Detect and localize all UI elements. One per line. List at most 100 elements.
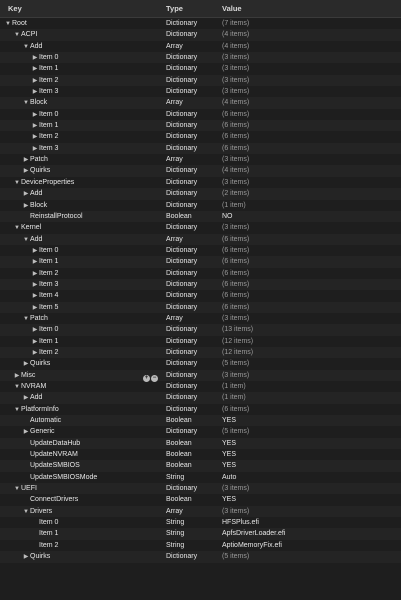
row-value[interactable]: (3 items) bbox=[222, 370, 249, 381]
row-value[interactable]: (3 items) bbox=[222, 63, 249, 74]
row-type[interactable]: Dictionary bbox=[166, 358, 197, 369]
row-value[interactable]: (6 items) bbox=[222, 234, 249, 245]
row-type[interactable]: String bbox=[166, 528, 184, 539]
row-value[interactable]: AptioMemoryFix.efi bbox=[222, 540, 282, 551]
row-value[interactable]: (1 item) bbox=[222, 392, 246, 403]
outline-row[interactable]: ▶ Item 3 Dictionary (6 items) bbox=[0, 142, 401, 155]
row-type[interactable]: Dictionary bbox=[166, 75, 197, 86]
key-column-header[interactable]: Key bbox=[8, 4, 22, 13]
row-type[interactable]: Array bbox=[166, 41, 183, 52]
row-type[interactable]: Dictionary bbox=[166, 256, 197, 267]
row-value[interactable]: (6 items) bbox=[222, 279, 249, 290]
row-type[interactable]: Dictionary bbox=[166, 404, 197, 415]
row-type[interactable]: Dictionary bbox=[166, 177, 197, 188]
outline-row[interactable]: ▶ Item 0 Dictionary (3 items) bbox=[0, 52, 401, 64]
outline-row[interactable]: ▶ Item 2 Dictionary (6 items) bbox=[0, 268, 401, 279]
row-type[interactable]: Dictionary bbox=[166, 370, 197, 381]
outline-row[interactable]: ▶ Item 1 Dictionary (6 items) bbox=[0, 256, 401, 268]
row-type[interactable]: String bbox=[166, 540, 184, 551]
outline-row[interactable]: ▶ Item 0 Dictionary (13 items) bbox=[0, 324, 401, 336]
row-type[interactable]: Dictionary bbox=[166, 426, 197, 437]
row-value[interactable]: (4 items) bbox=[222, 29, 249, 40]
row-type[interactable]: Dictionary bbox=[166, 131, 197, 142]
row-value[interactable]: (6 items) bbox=[222, 268, 249, 279]
outline-row[interactable]: ▼NVRAM Dictionary (1 item) bbox=[0, 381, 401, 392]
outline-row[interactable]: ▼Drivers Array (3 items) bbox=[0, 505, 401, 518]
outline-row[interactable]: ▶ Patch Array (3 items) bbox=[0, 154, 401, 165]
outline-row[interactable]: ▶ Item 0 Dictionary (6 items) bbox=[0, 109, 401, 120]
outline-row[interactable]: Item 1 String ApfsDriverLoader.efi bbox=[0, 528, 401, 540]
row-type[interactable]: Dictionary bbox=[166, 392, 197, 403]
outline-row[interactable]: ▼Root Dictionary (7 items) bbox=[0, 18, 401, 29]
row-type[interactable]: Dictionary bbox=[166, 120, 197, 131]
outline-row[interactable]: ▶ Item 2 Dictionary (12 items) bbox=[0, 346, 401, 359]
outline-row[interactable]: ▶ Quirks Dictionary (5 items) bbox=[0, 551, 401, 563]
row-type[interactable]: Dictionary bbox=[166, 188, 197, 199]
row-value[interactable]: (3 items) bbox=[222, 52, 249, 63]
disclosure-closed-icon[interactable]: ▶ bbox=[22, 552, 30, 563]
outline-row[interactable]: UpdateDataHub Boolean YES bbox=[0, 437, 401, 450]
outline-row[interactable]: ▶ Quirks Dictionary (5 items) bbox=[0, 358, 401, 369]
row-type[interactable]: Dictionary bbox=[166, 279, 197, 290]
row-type[interactable]: Dictionary bbox=[166, 483, 197, 494]
outline-row[interactable]: ▶ Item 5 Dictionary (6 items) bbox=[0, 301, 401, 313]
row-type[interactable]: Boolean bbox=[166, 211, 192, 222]
row-value[interactable]: (4 items) bbox=[222, 165, 249, 176]
row-value[interactable]: (3 items) bbox=[222, 75, 249, 86]
row-value[interactable]: (6 items) bbox=[222, 120, 249, 131]
row-type[interactable]: Boolean bbox=[166, 494, 192, 505]
row-type[interactable]: Array bbox=[166, 154, 183, 165]
row-type[interactable]: Dictionary bbox=[166, 302, 197, 313]
row-value[interactable]: (6 items) bbox=[222, 109, 249, 120]
row-type[interactable]: Dictionary bbox=[166, 165, 197, 176]
outline-row[interactable]: ▼Kernel Dictionary (3 items) bbox=[0, 222, 401, 233]
outline-row[interactable]: ▶ Add Dictionary (1 item) bbox=[0, 392, 401, 404]
row-value[interactable]: (1 item) bbox=[222, 200, 246, 211]
outline-row[interactable]: Automatic Boolean YES bbox=[0, 415, 401, 427]
row-value[interactable]: (3 items) bbox=[222, 222, 249, 233]
row-value[interactable]: YES bbox=[222, 438, 236, 449]
row-type[interactable]: Array bbox=[166, 506, 183, 517]
row-value[interactable]: (4 items) bbox=[222, 41, 249, 52]
outline-row[interactable]: ▶ Item 2 Dictionary (3 items) bbox=[0, 74, 401, 87]
row-value[interactable]: (3 items) bbox=[222, 177, 249, 188]
outline-row[interactable]: ▼Block Array (4 items) bbox=[0, 97, 401, 109]
outline-row[interactable]: ReinstallProtocol Boolean NO bbox=[0, 210, 401, 223]
row-type[interactable]: Dictionary bbox=[166, 268, 197, 279]
row-value[interactable]: ApfsDriverLoader.efi bbox=[222, 528, 285, 539]
row-value[interactable]: NO bbox=[222, 211, 233, 222]
row-value[interactable]: (7 items) bbox=[222, 18, 249, 29]
row-value[interactable]: (4 items) bbox=[222, 97, 249, 108]
row-value[interactable]: HFSPlus.efi bbox=[222, 517, 259, 528]
row-value[interactable]: (13 items) bbox=[222, 324, 253, 335]
row-value[interactable]: YES bbox=[222, 415, 236, 426]
outline-row[interactable]: ▼UEFI Dictionary (3 items) bbox=[0, 483, 401, 495]
row-type[interactable]: Dictionary bbox=[166, 245, 197, 256]
outline-row[interactable]: ▼DeviceProperties Dictionary (3 items) bbox=[0, 177, 401, 188]
row-type[interactable]: Boolean bbox=[166, 460, 192, 471]
row-value[interactable]: (1 item) bbox=[222, 381, 246, 392]
row-value[interactable]: (3 items) bbox=[222, 86, 249, 97]
row-value[interactable]: (3 items) bbox=[222, 154, 249, 165]
row-type[interactable]: Dictionary bbox=[166, 52, 197, 63]
row-value[interactable]: (6 items) bbox=[222, 302, 249, 313]
row-value[interactable]: (5 items) bbox=[222, 426, 249, 437]
outline-row[interactable]: ▶ Quirks Dictionary (4 items) bbox=[0, 165, 401, 177]
outline-row[interactable]: ▶ Item 1 Dictionary (12 items) bbox=[0, 336, 401, 347]
row-type[interactable]: Dictionary bbox=[166, 347, 197, 358]
row-type[interactable]: Dictionary bbox=[166, 324, 197, 335]
row-type[interactable]: Boolean bbox=[166, 415, 192, 426]
row-type[interactable]: Dictionary bbox=[166, 109, 197, 120]
row-value[interactable]: (6 items) bbox=[222, 404, 249, 415]
row-type[interactable]: Dictionary bbox=[166, 63, 197, 74]
row-value[interactable]: (6 items) bbox=[222, 245, 249, 256]
outline-row[interactable]: UpdateNVRAM Boolean YES bbox=[0, 449, 401, 460]
row-value[interactable]: YES bbox=[222, 449, 236, 460]
row-type[interactable]: Array bbox=[166, 313, 183, 324]
outline-row[interactable]: UpdateSMBIOSMode String Auto bbox=[0, 472, 401, 483]
row-value[interactable]: (3 items) bbox=[222, 313, 249, 324]
outline-row[interactable]: ▶ Item 4 Dictionary (6 items) bbox=[0, 290, 401, 301]
outline-row[interactable]: Item 0 String HFSPlus.efi bbox=[0, 517, 401, 528]
type-column-header[interactable]: Type bbox=[166, 4, 183, 13]
row-value[interactable]: (6 items) bbox=[222, 131, 249, 142]
